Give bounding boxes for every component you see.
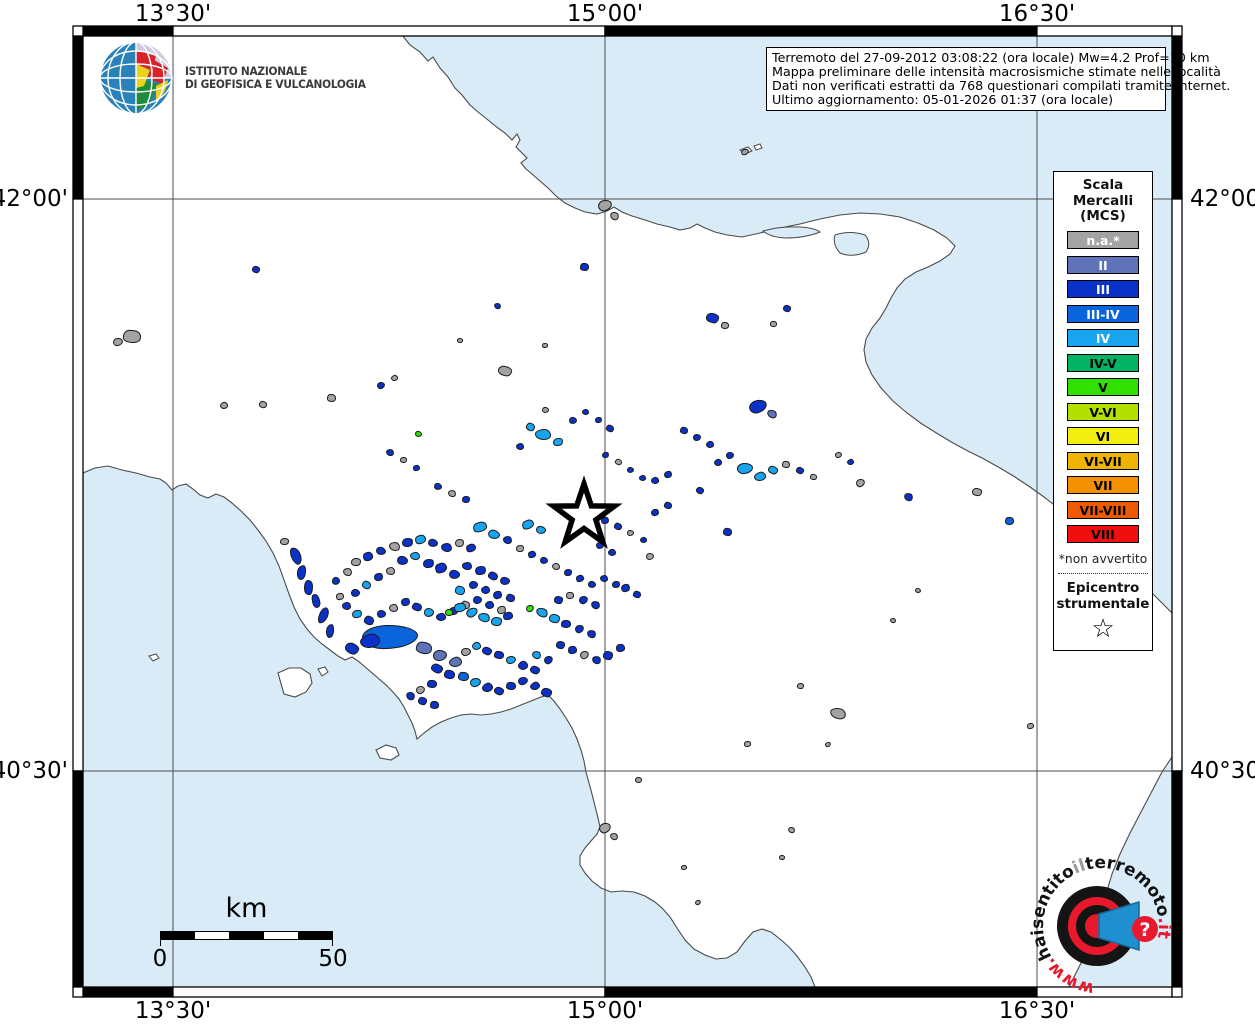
axis-bottom-13-30: 13°30' — [134, 998, 212, 1024]
legend-swatch: VI-VII — [1067, 451, 1139, 470]
ingv-globe-icon — [99, 41, 173, 115]
legend-swatch: IV — [1067, 329, 1139, 347]
info-line-data: Dati non verificati estratti da 768 ques… — [772, 77, 1231, 93]
legend-swatch: V-VI — [1067, 402, 1139, 421]
info-line-update: Ultimo aggiornamento: 05-01-2026 01:37 (… — [772, 91, 1114, 107]
logo-question-mark: ? — [1139, 919, 1150, 941]
earthquake-info-box: Terremoto del 27-09-2012 03:08:22 (ora l… — [766, 47, 1231, 111]
scale-start-label: 0 — [152, 946, 168, 972]
haisentito-logo: ? www.haisentitoilterremoto .it — [1028, 853, 1174, 999]
axis-right-42-00: 42°00' — [1190, 186, 1255, 212]
scale-bar-segments — [160, 931, 333, 940]
legend-swatch: VIII — [1067, 525, 1139, 543]
legend-title: Scala Mercalli (MCS) — [1072, 177, 1134, 224]
legend-separator — [1058, 573, 1148, 574]
legend-swatch: II — [1067, 255, 1139, 274]
macroseismic-map-page: 13°30' 15°00' 16°30' 13°30' 15°00' 16°30… — [0, 0, 1255, 1024]
legend-footnote: *non avvertito — [1058, 552, 1148, 566]
legend-swatch: V — [1067, 378, 1139, 396]
scale-bar-numbers: 0 50 — [153, 946, 348, 972]
axis-left-40-30: 40°30' — [0, 758, 68, 784]
legend-swatch: VII — [1067, 476, 1139, 494]
ingv-name-line2: DI GEOFISICA E VULCANOLOGIA — [185, 77, 366, 91]
info-line-map: Mappa preliminare delle intensità macros… — [772, 63, 1221, 79]
legend-swatch: IV-V — [1067, 353, 1139, 372]
legend-swatch: VII-VIII — [1067, 500, 1139, 519]
scale-bar: km 0 50 — [153, 893, 348, 972]
axis-top-15-00: 15°00' — [566, 1, 644, 27]
axis-top-16-30: 16°30' — [998, 1, 1076, 27]
epicenter-star — [545, 475, 623, 549]
legend-swatch: III — [1067, 280, 1139, 298]
axis-bottom-15-00: 15°00' — [566, 998, 644, 1024]
axis-top-13-30: 13°30' — [134, 1, 212, 27]
ingv-logo: ISTITUTO NAZIONALE DI GEOFISICA E VULCAN… — [98, 40, 381, 116]
mercalli-legend: Scala Mercalli (MCS) n.a.* II III III-IV IV I… — [1053, 171, 1153, 651]
legend-star-icon: ☆ — [1091, 614, 1115, 644]
axis-left-42-00: 42°00' — [0, 186, 68, 212]
ingv-wordmark: ISTITUTO NAZIONALE DI GEOFISICA E VULCAN… — [185, 63, 366, 92]
legend-items: n.a.* II III III-IV IV IV-V V V-VI VI VI-VII VII VI… — [1054, 231, 1152, 543]
legend-epicenter-label: Epicentro strumentale — [1056, 580, 1150, 612]
legend-swatch: VI — [1067, 427, 1139, 445]
legend-swatch: n.a.* — [1067, 231, 1139, 249]
legend-swatch: III-IV — [1067, 304, 1139, 323]
scale-end-label: 50 — [318, 946, 348, 972]
axis-right-40-30: 40°30' — [1190, 758, 1255, 784]
ingv-name-line1: ISTITUTO NAZIONALE — [185, 63, 308, 78]
info-line-event: Terremoto del 27-09-2012 03:08:22 (ora l… — [772, 50, 1210, 65]
scale-bar-unit: km — [225, 893, 268, 924]
